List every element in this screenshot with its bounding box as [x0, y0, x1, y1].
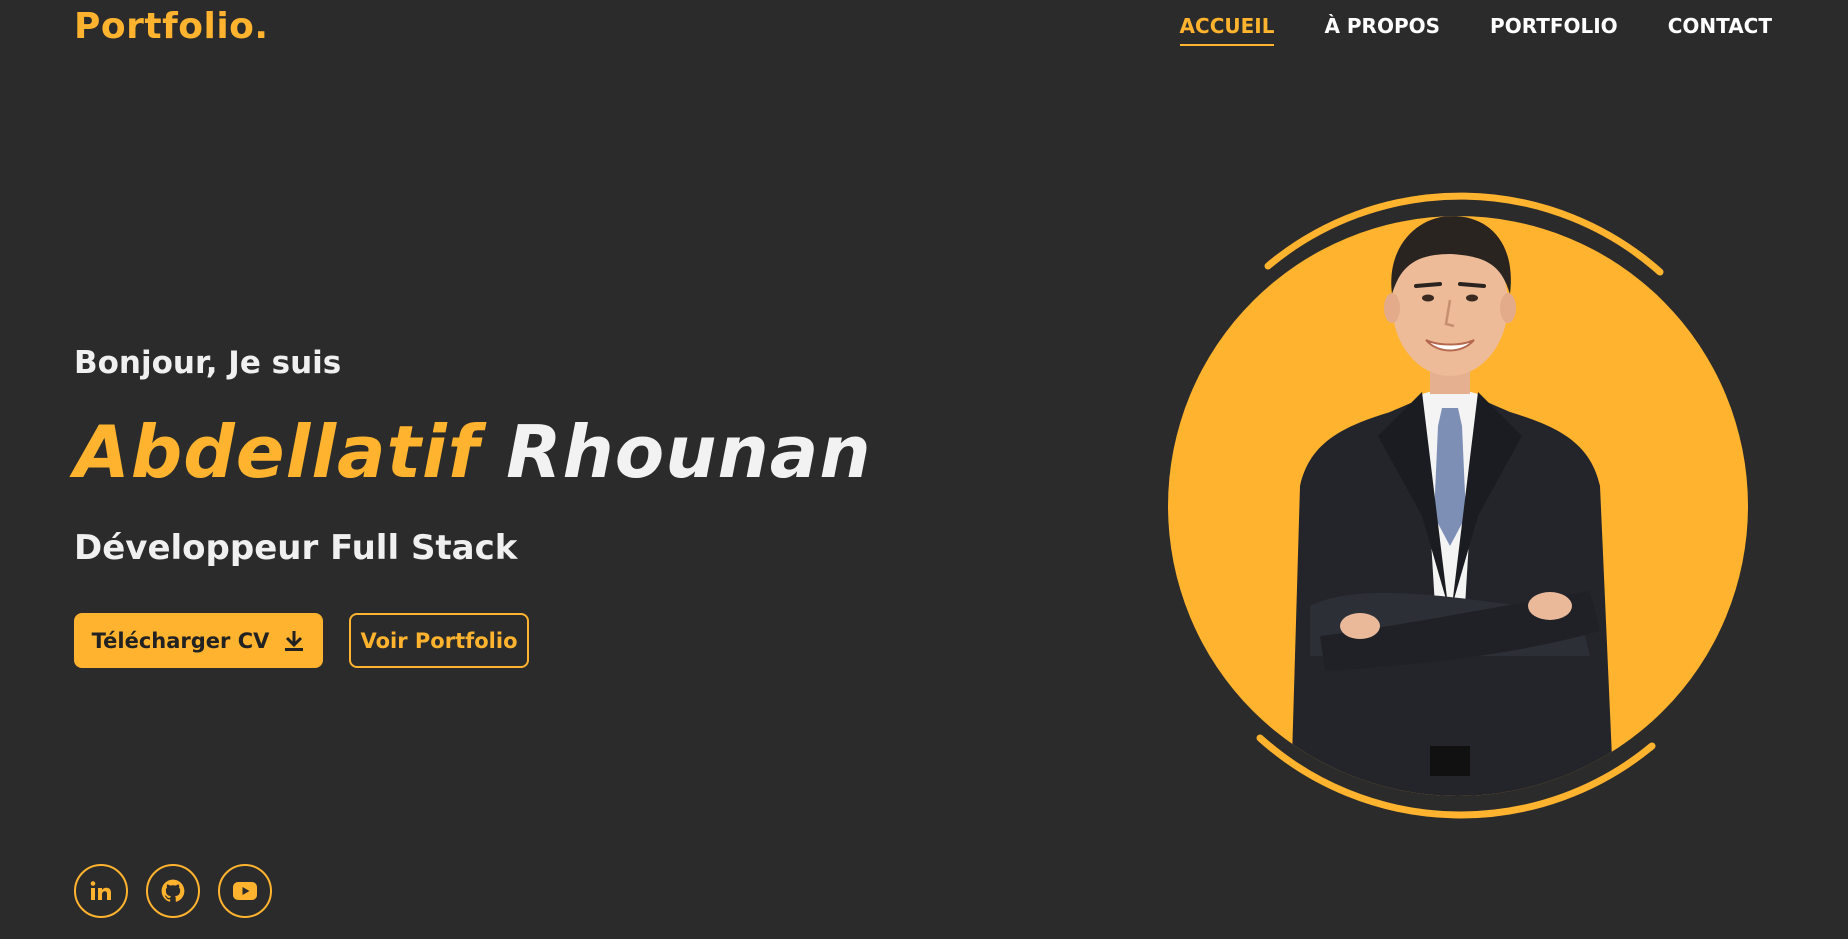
- nav-item-portfolio[interactable]: PORTFOLIO: [1490, 14, 1618, 46]
- main-nav: ACCUEIL À PROPOS PORTFOLIO CONTACT: [1179, 14, 1772, 46]
- hero-actions: Télécharger CV Voir Portfolio: [74, 613, 529, 668]
- hero-last-name: Rhounan: [506, 410, 872, 494]
- nav-item-a-propos[interactable]: À PROPOS: [1324, 14, 1440, 46]
- github-link[interactable]: [146, 864, 200, 918]
- view-portfolio-button[interactable]: Voir Portfolio: [349, 613, 529, 668]
- nav-item-accueil[interactable]: ACCUEIL: [1179, 14, 1275, 46]
- hero-first-name: Abdellatif: [74, 410, 480, 494]
- profile-portrait: [1160, 186, 1760, 826]
- social-links: [74, 864, 272, 918]
- hero-role: Développeur Full Stack: [74, 528, 518, 568]
- github-icon: [160, 878, 186, 904]
- page: Portfolio. ACCUEIL À PROPOS PORTFOLIO CO…: [0, 0, 1848, 939]
- nav-item-contact[interactable]: CONTACT: [1668, 14, 1772, 46]
- hero-greeting: Bonjour, Je suis: [74, 345, 342, 381]
- hero-name: Abdellatif Rhounan: [74, 410, 872, 494]
- youtube-link[interactable]: [218, 864, 272, 918]
- linkedin-icon: [89, 879, 113, 903]
- download-cv-label: Télécharger CV: [91, 628, 270, 653]
- download-cv-button[interactable]: Télécharger CV: [74, 613, 323, 668]
- linkedin-link[interactable]: [74, 864, 128, 918]
- download-icon: [283, 629, 305, 653]
- logo[interactable]: Portfolio.: [74, 6, 269, 47]
- youtube-icon: [232, 881, 258, 901]
